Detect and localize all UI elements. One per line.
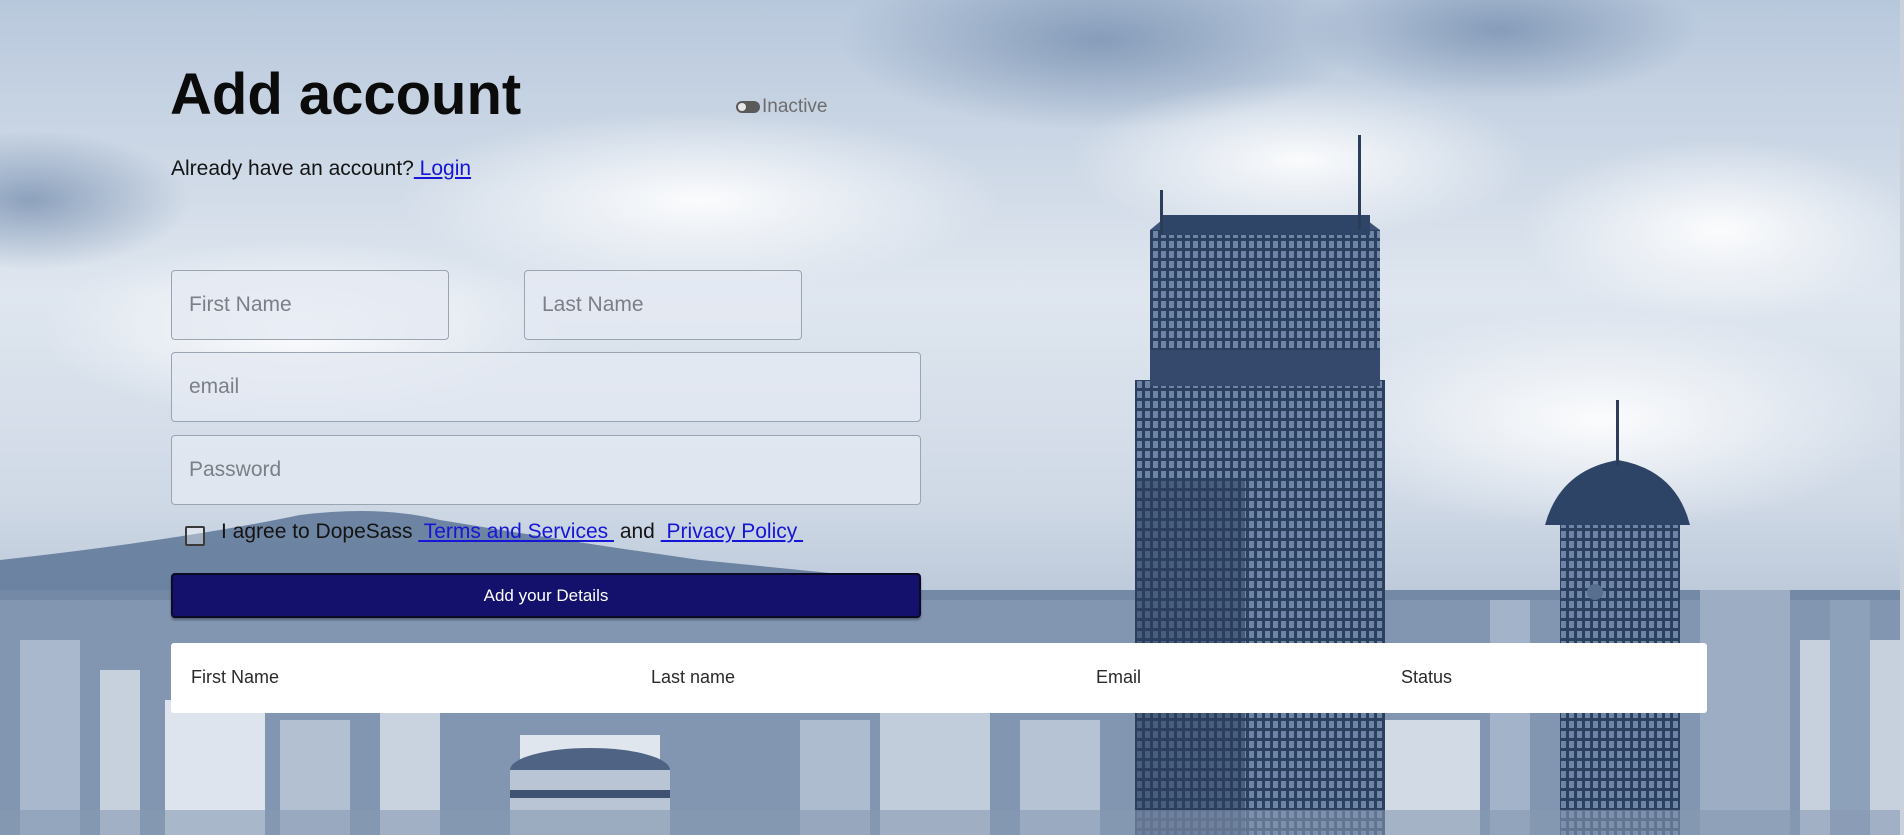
- toggle-switch[interactable]: [736, 101, 760, 113]
- status-toggle[interactable]: Inactive: [736, 96, 827, 118]
- column-header-email: Email: [1096, 667, 1142, 687]
- agreement-text: I agree to DopeSass Terms and Services a…: [221, 520, 803, 544]
- agree-checkbox[interactable]: [185, 526, 205, 546]
- agreement-prefix: I agree to DopeSass: [221, 520, 419, 543]
- login-link[interactable]: Login: [414, 157, 471, 180]
- accounts-table: First Name Last name Email Status: [171, 643, 1707, 713]
- login-prompt-text: Already have an account?: [171, 157, 414, 180]
- status-label: Inactive: [762, 96, 828, 117]
- page-title: Add account: [170, 62, 522, 127]
- agreement-and: and: [613, 520, 661, 543]
- terms-link[interactable]: Terms and Services: [418, 520, 614, 543]
- password-input[interactable]: [171, 435, 921, 505]
- last-name-input[interactable]: [524, 270, 802, 340]
- toggle-knob: [738, 103, 746, 111]
- column-header-status: Status: [1401, 667, 1453, 687]
- login-prompt: Already have an account? Login: [171, 157, 471, 181]
- page: Add account Inactive Already have an acc…: [0, 0, 1904, 835]
- terms-agreement: I agree to DopeSass Terms and Services a…: [185, 518, 803, 546]
- email-input[interactable]: [171, 352, 921, 422]
- first-name-input[interactable]: [171, 270, 449, 340]
- privacy-link[interactable]: Privacy Policy: [661, 520, 803, 543]
- scrollbar[interactable]: [1900, 0, 1904, 835]
- add-details-button[interactable]: Add your Details: [171, 573, 921, 618]
- column-header-first-name: First Name: [191, 667, 280, 687]
- column-header-last-name: Last name: [651, 667, 736, 687]
